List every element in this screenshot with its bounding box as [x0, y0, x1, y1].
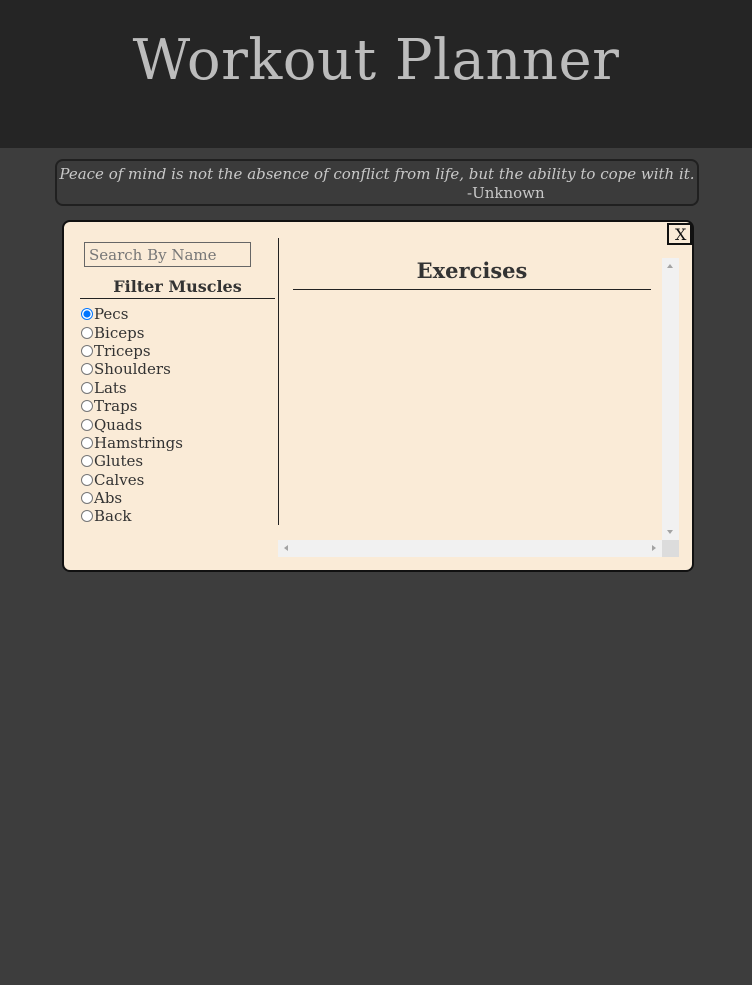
scroll-down-icon[interactable]: [667, 530, 673, 534]
muscle-label: Hamstrings: [94, 433, 183, 452]
muscle-label: Traps: [94, 397, 138, 416]
muscle-filter-list: Pecs Biceps Triceps Shoulders Lats Traps Quads…: [80, 305, 183, 526]
search-input[interactable]: [84, 242, 251, 267]
muscle-option-triceps[interactable]: Triceps: [80, 342, 183, 360]
muscle-radio[interactable]: [81, 510, 93, 523]
quote-text: Peace of mind is not the absence of conf…: [59, 165, 695, 183]
muscle-label: Triceps: [94, 341, 151, 360]
muscle-radio[interactable]: [81, 308, 93, 321]
muscle-option-pecs[interactable]: Pecs: [80, 305, 183, 323]
muscle-radio[interactable]: [81, 381, 93, 394]
filter-sidebar: Filter Muscles PecsBicepsTricepsShoulder…: [80, 238, 279, 525]
muscle-label: Quads: [94, 415, 143, 434]
muscle-label: Biceps: [94, 323, 145, 342]
muscle-label: Calves: [94, 470, 145, 489]
close-button[interactable]: X: [667, 223, 692, 245]
scroll-right-icon[interactable]: [652, 545, 656, 551]
quote-box: Peace of mind is not the absence of conf…: [55, 159, 699, 206]
muscle-radio[interactable]: [81, 418, 93, 431]
muscle-radio[interactable]: [81, 400, 93, 413]
app-header: Workout Planner: [0, 0, 752, 148]
scroll-corner: [662, 540, 679, 557]
app-title: Workout Planner: [132, 28, 620, 93]
muscle-radio[interactable]: [81, 455, 93, 468]
muscle-radio[interactable]: [81, 344, 93, 357]
muscle-option-glutes[interactable]: Glutes: [80, 452, 183, 470]
quote-author: -Unknown: [467, 184, 545, 202]
muscle-option-hamstrings[interactable]: Hamstrings: [80, 434, 183, 452]
muscle-option-calves[interactable]: Calves: [80, 471, 183, 489]
muscle-label: Shoulders: [94, 360, 171, 379]
muscle-label: Pecs: [94, 305, 129, 324]
muscle-radio[interactable]: [81, 436, 93, 449]
muscle-radio[interactable]: [81, 363, 93, 376]
exercise-list-panel[interactable]: Exercises: [278, 258, 662, 540]
muscle-option-traps[interactable]: Traps: [80, 397, 183, 415]
muscle-option-abs[interactable]: Abs: [80, 489, 183, 507]
filter-title: Filter Muscles: [80, 277, 275, 299]
muscle-option-biceps[interactable]: Biceps: [80, 323, 183, 342]
muscle-radio[interactable]: [81, 326, 93, 339]
muscle-option-back[interactable]: Back: [80, 507, 183, 525]
muscle-option-lats[interactable]: Lats: [80, 379, 183, 397]
muscle-radio[interactable]: [81, 492, 93, 505]
muscle-label: Abs: [94, 489, 123, 508]
horizontal-scrollbar[interactable]: [278, 540, 662, 557]
exercise-modal: X Filter Muscles PecsBicepsTricepsShould…: [62, 220, 694, 572]
muscle-radio[interactable]: [81, 473, 93, 486]
muscle-option-quads[interactable]: Quads: [80, 415, 183, 434]
vertical-scrollbar[interactable]: [662, 258, 679, 540]
scroll-up-icon[interactable]: [667, 264, 673, 268]
muscle-label: Lats: [94, 378, 127, 397]
muscle-label: Back: [94, 507, 132, 526]
muscle-label: Glutes: [94, 452, 144, 471]
exercises-title: Exercises: [293, 258, 651, 290]
muscle-option-shoulders[interactable]: Shoulders: [80, 360, 183, 378]
scroll-left-icon[interactable]: [284, 545, 288, 551]
